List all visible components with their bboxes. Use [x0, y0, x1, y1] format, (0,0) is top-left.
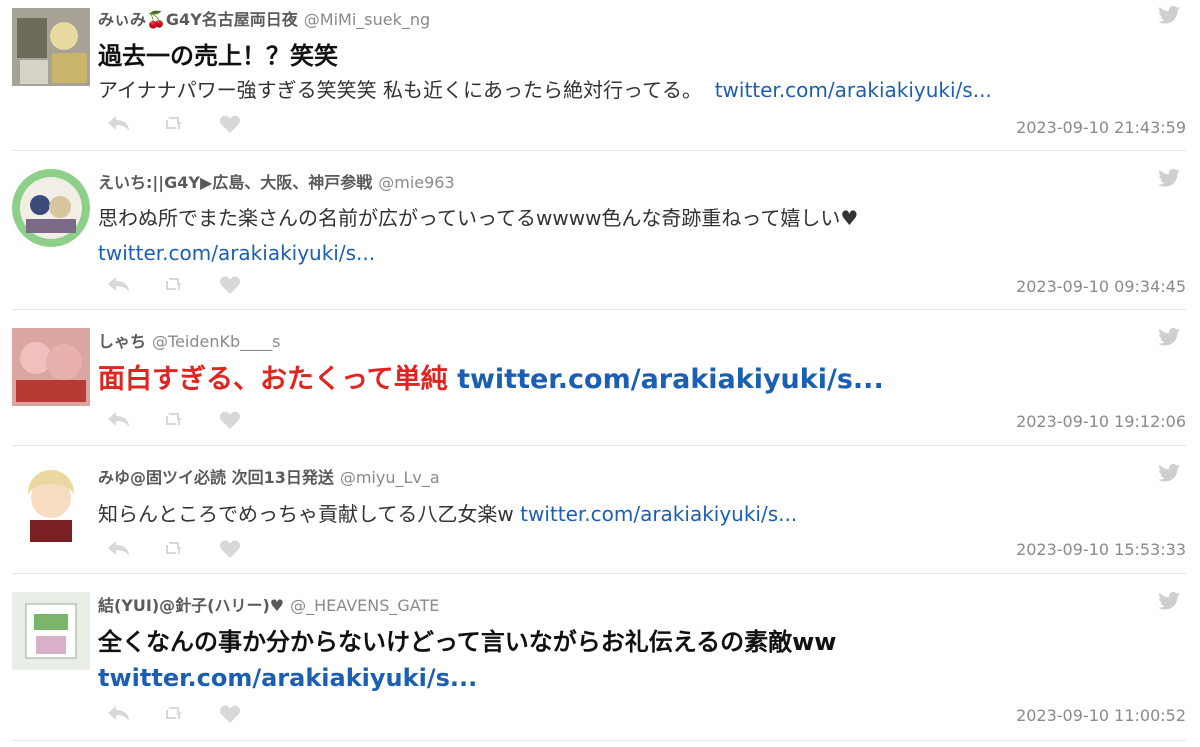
avatar[interactable] — [12, 8, 90, 86]
tweet-text: 過去一の売上！？笑笑 — [98, 42, 338, 70]
reply-icon[interactable] — [108, 274, 164, 296]
tweet-card: みぃみ🍒G4Y名古屋両日夜 @MiMi_suek_ng 過去一の売上！？笑笑 アイ… — [12, 0, 1186, 151]
retweet-icon[interactable] — [164, 538, 220, 560]
heart-icon[interactable] — [220, 274, 276, 296]
tweet-header: 結(YUI)@針子(ハリー)♥ @_HEAVENS_GATE — [98, 592, 439, 616]
timestamp: 2023-09-10 15:53:33 — [1016, 540, 1186, 559]
tweet-link[interactable]: twitter.com/arakiakiyuki/s... — [715, 78, 992, 102]
twitter-bird-icon[interactable] — [1158, 592, 1180, 614]
tweet-body: 面白すぎる、おたくって単純 — [98, 364, 448, 395]
tweet-card: えいち:||G4Y▶広島、大阪、神戸参戦 @mie963 思わぬ所でまた楽さんの名… — [12, 151, 1186, 310]
tweet-actions — [108, 274, 276, 296]
tweet-card: 結(YUI)@針子(ハリー)♥ @_HEAVENS_GATE 全くなんの事か分から… — [12, 574, 1186, 741]
tweet-card: しゃち @TeidenKb____s 面白すぎる、おたくって単純 twitter.… — [12, 310, 1186, 446]
twitter-bird-icon[interactable] — [1158, 169, 1180, 191]
author-name[interactable]: みぃみ🍒G4Y名古屋両日夜 — [98, 10, 298, 29]
author-handle[interactable]: @miyu_Lv_a — [340, 468, 440, 487]
tweet-actions — [108, 703, 276, 725]
reply-icon[interactable] — [108, 113, 164, 135]
avatar[interactable] — [12, 592, 90, 670]
tweet-body: アイナナパワー強すぎる笑笑笑 私も近くにあったら絶対行ってる。 — [98, 78, 702, 102]
author-name[interactable]: えいち:||G4Y▶広島、大阪、神戸参戦 — [98, 173, 372, 192]
tweet-body: 全くなんの事か分からないけどって言いながらお礼伝えるの素敵ww — [98, 628, 837, 656]
tweet-header: しゃち @TeidenKb____s — [98, 328, 280, 352]
twitter-bird-icon[interactable] — [1158, 328, 1180, 350]
tweet-text: アイナナパワー強すぎる笑笑笑 私も近くにあったら絶対行ってる。 twitter.… — [98, 73, 1176, 108]
timestamp: 2023-09-10 21:43:59 — [1016, 118, 1186, 137]
tweet-link[interactable]: twitter.com/arakiakiyuki/s... — [98, 664, 477, 692]
tweet-link[interactable]: twitter.com/arakiakiyuki/s... — [520, 502, 797, 526]
tweet-text: 知らんところでめっちゃ貢献してる八乙女楽w twitter.com/arakia… — [98, 497, 1176, 532]
author-name[interactable]: みゆ@固ツイ必読 次回13日発送 — [98, 468, 334, 487]
twitter-bird-icon[interactable] — [1158, 464, 1180, 486]
tweet-link[interactable]: twitter.com/arakiakiyuki/s... — [98, 241, 375, 265]
avatar[interactable] — [12, 328, 90, 406]
reply-icon[interactable] — [108, 409, 164, 431]
tweet-actions — [108, 113, 276, 135]
tweet-card: みゆ@固ツイ必読 次回13日発送 @miyu_Lv_a 知らんところでめっちゃ貢献… — [12, 446, 1186, 574]
heart-icon[interactable] — [220, 538, 276, 560]
timestamp: 2023-09-10 11:00:52 — [1016, 706, 1186, 725]
timestamp: 2023-09-10 09:34:45 — [1016, 277, 1186, 296]
tweet-link[interactable]: twitter.com/arakiakiyuki/s... — [457, 364, 884, 395]
tweet-header: みぃみ🍒G4Y名古屋両日夜 @MiMi_suek_ng — [98, 6, 430, 30]
tweet-header: みゆ@固ツイ必読 次回13日発送 @miyu_Lv_a — [98, 464, 440, 488]
retweet-icon[interactable] — [164, 113, 220, 135]
tweet-text: 面白すぎる、おたくって単純 twitter.com/arakiakiyuki/s… — [98, 362, 1176, 398]
tweet-header: えいち:||G4Y▶広島、大阪、神戸参戦 @mie963 — [98, 169, 455, 193]
retweet-icon[interactable] — [164, 274, 220, 296]
heart-icon[interactable] — [220, 409, 276, 431]
tweet-actions — [108, 409, 276, 431]
author-name[interactable]: しゃち — [98, 332, 146, 351]
author-name[interactable]: 結(YUI)@針子(ハリー)♥ — [98, 596, 284, 615]
reply-icon[interactable] — [108, 703, 164, 725]
heart-icon[interactable] — [220, 703, 276, 725]
timestamp: 2023-09-10 19:12:06 — [1016, 412, 1186, 431]
retweet-icon[interactable] — [164, 703, 220, 725]
author-handle[interactable]: @_HEAVENS_GATE — [290, 596, 439, 615]
tweet-text: 思わぬ所でまた楽さんの名前が広がっていってるwwww色んな奇跡重ねって嬉しい♥ … — [98, 201, 1176, 271]
reply-icon[interactable] — [108, 538, 164, 560]
tweet-text: 全くなんの事か分からないけどって言いながらお礼伝えるの素敵ww twitter.… — [98, 624, 1176, 696]
tweet-body: 思わぬ所でまた楽さんの名前が広がっていってるwwww色んな奇跡重ねって嬉しい♥ — [98, 206, 859, 230]
author-handle[interactable]: @TeidenKb____s — [152, 332, 280, 351]
tweet-body: 知らんところでめっちゃ貢献してる八乙女楽w — [98, 502, 514, 526]
heart-icon[interactable] — [220, 113, 276, 135]
avatar[interactable] — [12, 169, 90, 247]
author-handle[interactable]: @mie963 — [378, 173, 454, 192]
twitter-bird-icon[interactable] — [1158, 6, 1180, 28]
author-handle[interactable]: @MiMi_suek_ng — [304, 10, 430, 29]
retweet-icon[interactable] — [164, 409, 220, 431]
avatar[interactable] — [12, 464, 90, 542]
tweet-actions — [108, 538, 276, 560]
